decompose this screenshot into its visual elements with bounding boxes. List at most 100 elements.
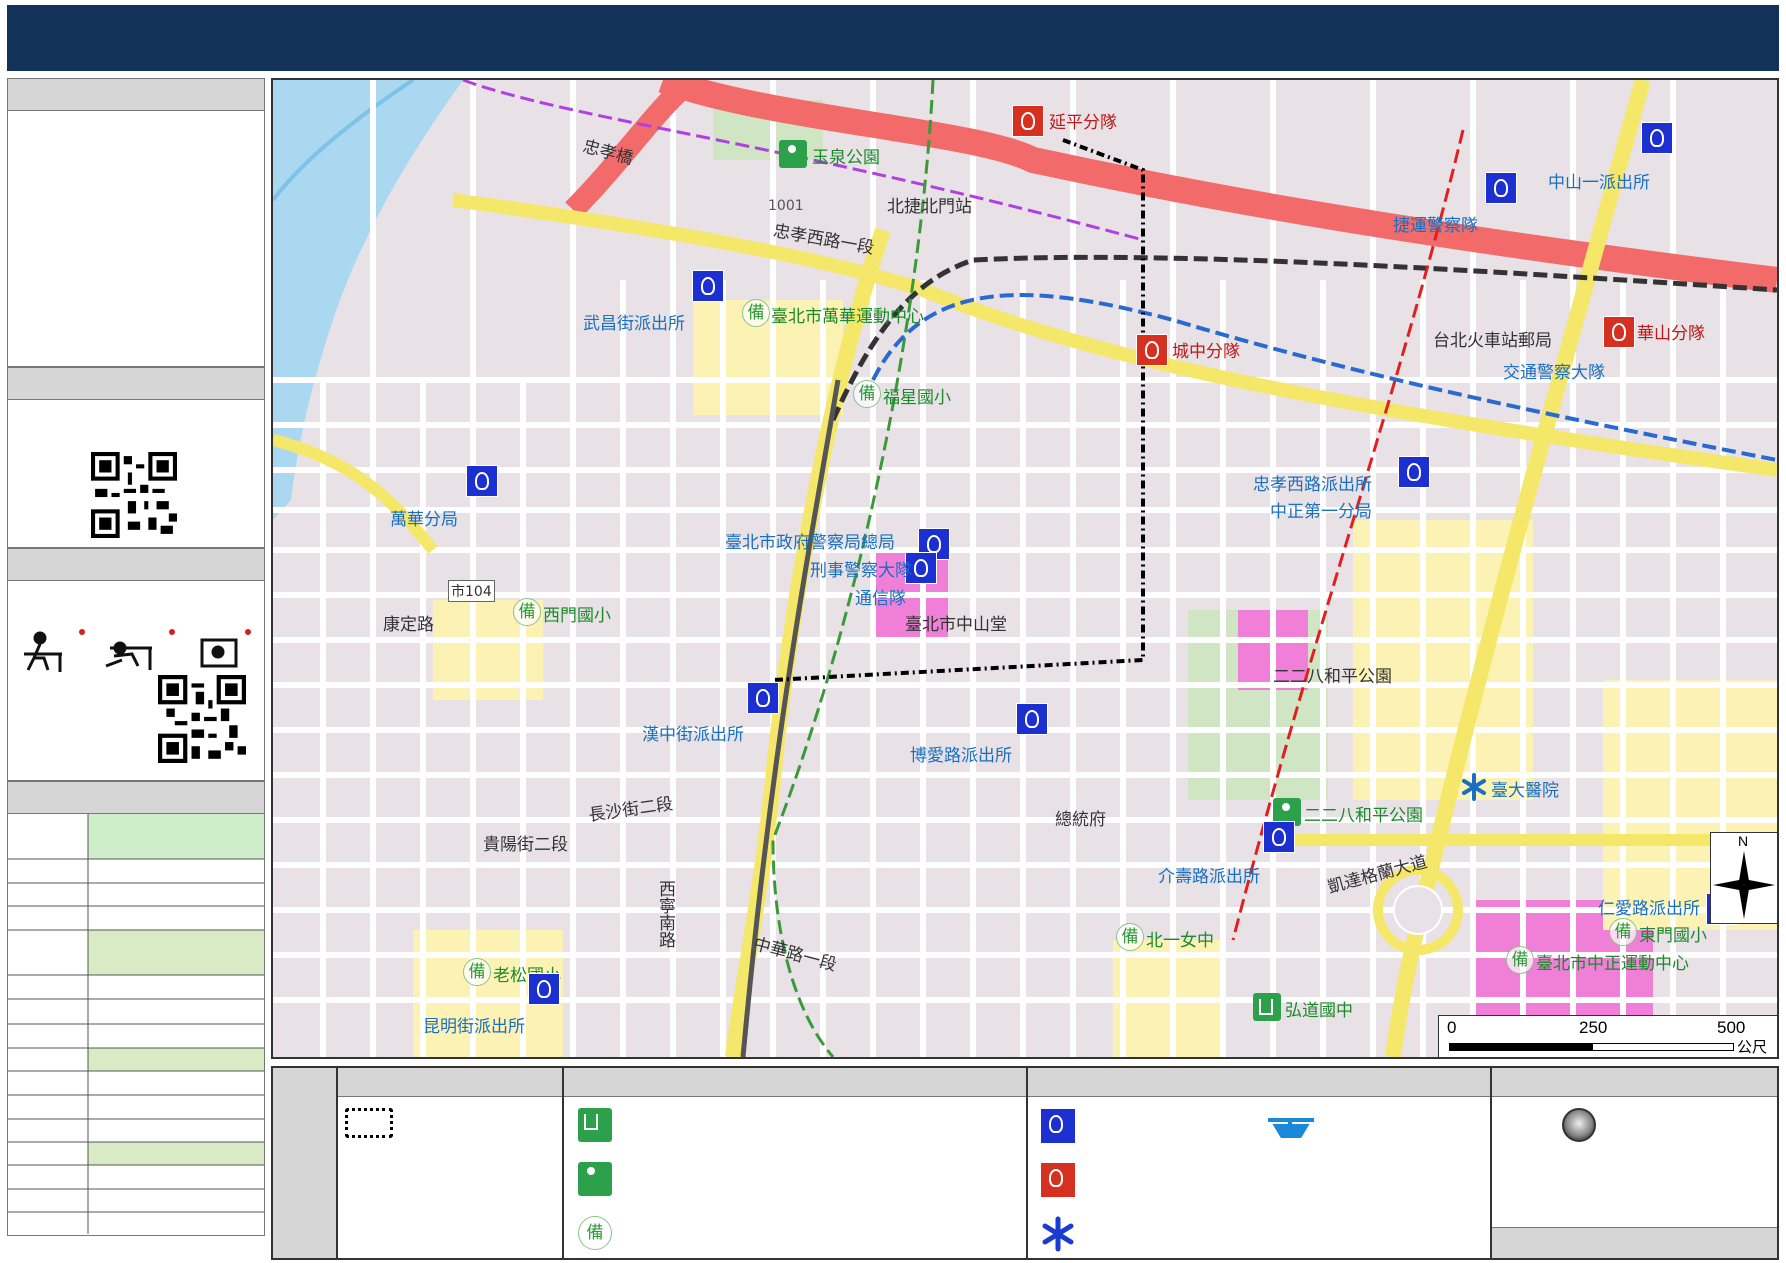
scale-tick-250: 250 xyxy=(1579,1018,1608,1037)
sidebar xyxy=(7,78,265,1236)
boundary-icon xyxy=(345,1108,393,1138)
park-icon xyxy=(578,1162,612,1196)
label-zhongzheng-sports: 臺北市中正運動中心 xyxy=(1536,954,1689,974)
north-label: N xyxy=(1738,833,1749,849)
label-yuquan-park: 玉泉公園 xyxy=(812,148,880,168)
shelter-icon[interactable] xyxy=(1253,993,1281,1021)
fire-station-icon[interactable] xyxy=(1012,105,1044,137)
qr-code-icon[interactable] xyxy=(91,452,177,538)
label-dongmen-school: 東門國小 xyxy=(1639,926,1707,946)
scale-seg-2 xyxy=(1592,1043,1734,1051)
label-xining: 西寧南路 xyxy=(655,880,675,948)
hospital-icon xyxy=(1042,1216,1074,1252)
label-mrt-police: 捷運警察隊 xyxy=(1393,216,1478,236)
police-station-icon[interactable] xyxy=(747,682,779,714)
label-traffic-police: 交通警察大隊 xyxy=(1503,363,1605,383)
label-zhongxiao-w-station: 忠孝西路派出所 xyxy=(1253,475,1372,495)
label-comm: 通信隊 xyxy=(855,589,906,609)
label-police-hq: 臺北市政府警察局總局 xyxy=(725,533,895,553)
fire-station-icon[interactable] xyxy=(1136,334,1168,366)
scale-tick-500: 500 xyxy=(1717,1018,1746,1037)
label-kangding: 康定路 xyxy=(383,615,434,635)
fire-station-icon xyxy=(1040,1162,1076,1198)
sidebar-panel-body-2 xyxy=(7,400,265,548)
legend-col-rescue xyxy=(1028,1068,1492,1258)
label-boai-station: 博愛路派出所 xyxy=(910,746,1012,766)
map-base xyxy=(273,80,1777,1057)
legend-head-rescue xyxy=(1028,1068,1490,1097)
label-jieshou-station: 介壽路派出所 xyxy=(1158,867,1260,887)
police-station-icon[interactable] xyxy=(1641,122,1673,154)
sidebar-panel-header-2 xyxy=(7,367,265,400)
sidebar-info-table xyxy=(7,814,265,1236)
label-taipei-station: 台北火車站郵局 xyxy=(1433,331,1552,351)
police-station-icon[interactable] xyxy=(1016,703,1048,735)
sidebar-panel-body-3 xyxy=(7,581,265,781)
bei-icon[interactable]: 備 xyxy=(463,958,491,986)
police-station-icon[interactable] xyxy=(466,465,498,497)
scale-bar: 0 250 500 公尺 xyxy=(1438,1015,1777,1057)
police-station-icon[interactable] xyxy=(692,270,724,302)
park-icon[interactable] xyxy=(779,140,807,168)
police-station-icon[interactable] xyxy=(1263,821,1295,853)
label-presidential: 總統府 xyxy=(1055,810,1106,830)
scale-unit: 公尺 xyxy=(1737,1038,1768,1056)
gray-circle-icon xyxy=(1562,1108,1596,1142)
label-huashan: 華山分隊 xyxy=(1637,324,1705,344)
bei-icon[interactable]: 備 xyxy=(1609,918,1637,946)
info-table-grid xyxy=(8,814,264,1234)
bei-icon[interactable]: 備 xyxy=(853,380,881,408)
label-hanzhong-station: 漢中街派出所 xyxy=(642,725,744,745)
bei-icon[interactable]: 備 xyxy=(1116,923,1144,951)
police-station-icon[interactable] xyxy=(528,973,560,1005)
legend-head-other xyxy=(1492,1068,1777,1097)
legend-head-shelter xyxy=(564,1068,1026,1097)
legend-col-label xyxy=(273,1068,338,1258)
label-yanping: 延平分隊 xyxy=(1049,113,1117,133)
title-bar xyxy=(7,5,1779,71)
bei-icon[interactable]: 備 xyxy=(1506,946,1534,974)
label-criminal: 刑事警察大隊 xyxy=(810,561,912,581)
label-chengzhong: 城中分隊 xyxy=(1172,342,1240,362)
police-station-icon[interactable] xyxy=(1485,172,1517,204)
label-park-228: 二二八和平公園 xyxy=(1304,806,1423,826)
legend: 備 xyxy=(271,1066,1779,1260)
legend-head-boundary xyxy=(338,1068,562,1097)
label-fuxing-school: 福星國小 xyxy=(883,388,951,408)
sidebar-panel-header-3 xyxy=(7,548,265,581)
map-canvas[interactable]: 延平分隊 玉泉公園 武昌街派出所 備 臺北市萬華運動中心 備 福星國小 城中分隊… xyxy=(271,78,1779,1059)
label-wanhua-sports: 臺北市萬華運動中心 xyxy=(771,307,924,327)
label-zhongzheng1: 中正第一分局 xyxy=(1270,502,1372,522)
scale-tick-0: 0 xyxy=(1447,1018,1457,1037)
label-guiyang-rd: 貴陽街二段 xyxy=(483,835,568,855)
police-station-icon xyxy=(1040,1108,1076,1144)
label-beiyinu: 北一女中 xyxy=(1146,931,1214,951)
legend-col-shelter: 備 xyxy=(564,1068,1028,1258)
helipad-icon xyxy=(1268,1118,1314,1138)
hospital-icon[interactable] xyxy=(1460,773,1488,801)
label-beimen: 北捷北門站 xyxy=(887,197,972,217)
sidebar-panel-header-4 xyxy=(7,781,265,814)
legend-footer xyxy=(1492,1227,1777,1258)
drop-cover-hold-icon xyxy=(24,629,251,672)
label-zhongshan-hall: 臺北市中山堂 xyxy=(905,615,1007,635)
label-kunming-station: 昆明街派出所 xyxy=(423,1017,525,1037)
label-zhongshan1-station: 中山一派出所 xyxy=(1548,173,1650,193)
bei-icon[interactable]: 備 xyxy=(513,598,541,626)
shelter-icon xyxy=(578,1108,612,1142)
label-wanhua-branch: 萬華分局 xyxy=(390,510,458,530)
qr-code-icon[interactable] xyxy=(158,675,246,763)
sidebar-panel-body-1 xyxy=(7,111,265,367)
fire-station-icon[interactable] xyxy=(1603,316,1635,348)
bei-icon[interactable]: 備 xyxy=(742,299,770,327)
legend-col-other xyxy=(1492,1068,1777,1258)
police-station-icon[interactable] xyxy=(1398,456,1430,488)
label-hongdao: 弘道國中 xyxy=(1285,1001,1353,1021)
label-route-104: 市104 xyxy=(448,580,495,602)
scale-seg-1 xyxy=(1449,1043,1592,1051)
north-arrow-icon xyxy=(1713,851,1775,919)
label-renai-station: 仁愛路派出所 xyxy=(1598,899,1700,919)
north-arrow-box: N xyxy=(1710,832,1777,924)
label-ntuh: 臺大醫院 xyxy=(1491,781,1559,801)
bei-icon: 備 xyxy=(578,1216,612,1250)
